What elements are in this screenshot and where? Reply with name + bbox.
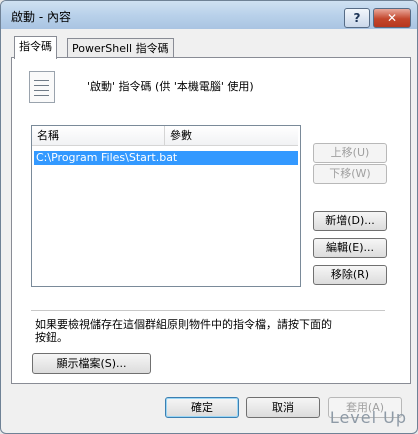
title-bar: 啟動 - 內容 ? ✕: [1, 1, 417, 29]
script-file-icon: [29, 71, 55, 103]
add-button[interactable]: 新增(D)...: [313, 211, 387, 231]
tab-powershell-scripts[interactable]: PowerShell 指令碼: [67, 38, 174, 59]
window-title: 啟動 - 內容: [11, 10, 71, 24]
show-files-button[interactable]: 顯示檔案(S)...: [32, 353, 151, 374]
remove-button[interactable]: 移除(R): [313, 265, 387, 285]
divider: [31, 310, 385, 311]
column-header-name[interactable]: 名稱: [32, 126, 165, 146]
script-description: '啟動' 指令碼 (供 '本機電腦' 使用): [87, 80, 254, 93]
watermark: Level Up: [329, 408, 407, 427]
move-up-button[interactable]: 上移(U): [313, 143, 387, 163]
edit-button[interactable]: 編輯(E)...: [313, 238, 387, 258]
scripts-list[interactable]: 名稱 參數 C:\Program Files\Start.bat: [31, 125, 301, 287]
info-text: 如果要檢視儲存在這個群組原則物件中的指令檔，請按下面的按鈕。: [35, 318, 332, 344]
move-down-button[interactable]: 下移(W): [313, 164, 387, 184]
tab-scripts[interactable]: 指令碼: [14, 36, 57, 59]
close-button[interactable]: ✕: [373, 8, 411, 28]
script-name-cell: C:\Program Files\Start.bat: [36, 151, 178, 164]
column-header-params[interactable]: 參數: [165, 126, 298, 146]
help-button[interactable]: ?: [344, 8, 370, 28]
cancel-button[interactable]: 取消: [246, 397, 320, 418]
table-row[interactable]: C:\Program Files\Start.bat: [34, 151, 298, 165]
ok-button[interactable]: 確定: [165, 397, 239, 418]
properties-dialog: 啟動 - 內容 ? ✕ 指令碼 PowerShell 指令碼 '啟動' 指令碼 …: [0, 0, 418, 434]
